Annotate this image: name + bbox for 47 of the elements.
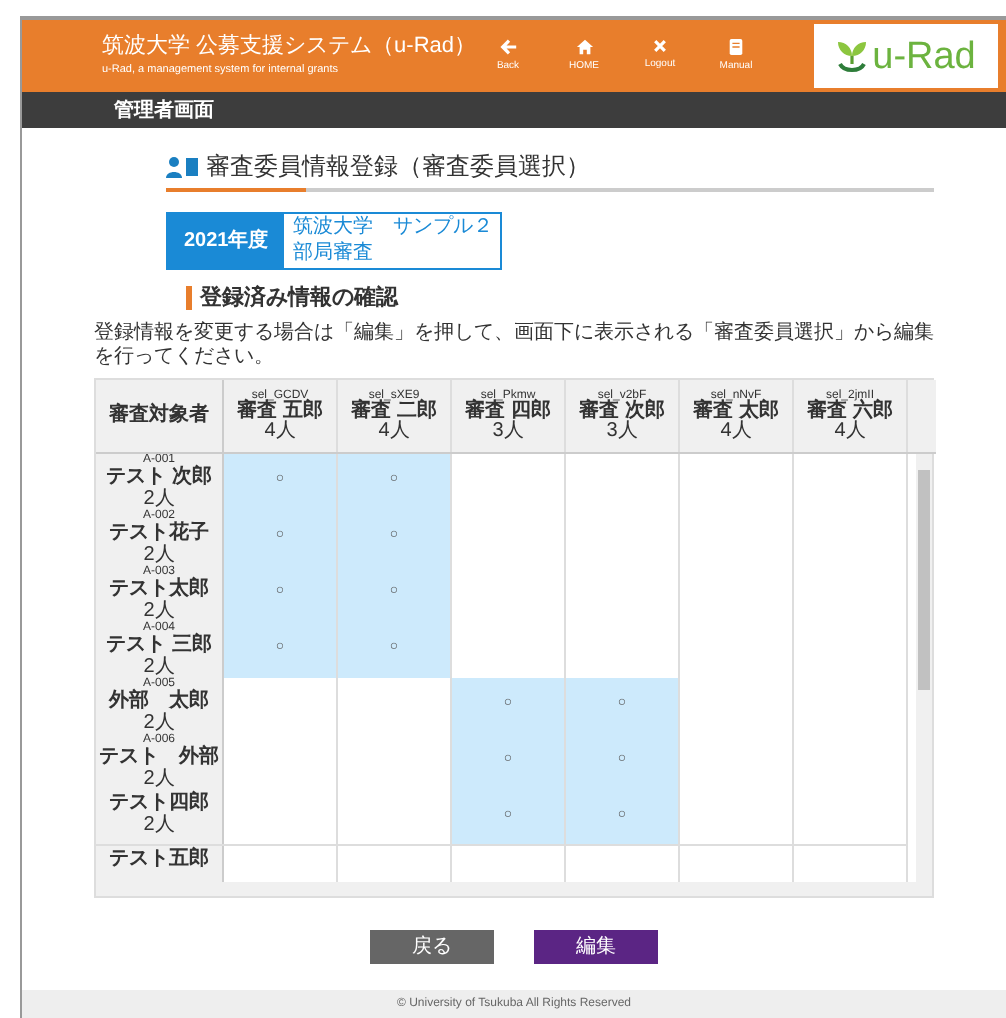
reviewer-name: 審査 次郎	[579, 401, 665, 421]
applicant-name: テスト花子	[109, 523, 209, 543]
reviewer-count: 3人	[492, 421, 524, 441]
heading-marker	[186, 286, 192, 311]
applicant-count: 2人	[143, 815, 175, 835]
applicant-count: 2人	[143, 545, 175, 565]
reviewer-count: 4人	[720, 421, 752, 441]
applicant-count: 2人	[143, 713, 175, 733]
reviewer-name: 審査 六郎	[807, 401, 893, 421]
applicant-name: テスト太郎	[109, 579, 209, 599]
logo-text: u-Rad	[872, 37, 976, 75]
applicant-count: 2人	[143, 657, 175, 677]
page-title: 審査委員情報登録（審査委員選択）	[206, 150, 590, 184]
reviewer-count: 4人	[378, 421, 410, 441]
reviewer-name: 審査 四郎	[465, 401, 551, 421]
admin-menu-link[interactable]: 管理者画面	[114, 95, 214, 125]
reviewer-name: 審査 太郎	[693, 401, 779, 421]
section-heading: 登録済み情報の確認	[200, 283, 398, 314]
applicant-count: 2人	[143, 601, 175, 621]
user-card-icon	[166, 155, 198, 177]
sprout-icon	[836, 38, 869, 74]
reviewer-name: 審査 五郎	[237, 401, 323, 421]
book-icon	[728, 37, 744, 56]
vertical-scrollbar[interactable]	[916, 453, 932, 881]
home-icon	[575, 37, 593, 56]
applicant-count: 2人	[143, 769, 175, 789]
column-header: 審査対象者	[96, 379, 224, 451]
close-icon	[652, 37, 668, 54]
app-title: 筑波大学 公募支援システム（u-Rad）	[102, 34, 462, 62]
badge-text: 筑波大学 サンプル２	[292, 216, 493, 241]
reviewer-count: 3人	[606, 421, 638, 441]
badge-text: 部局審査	[292, 241, 375, 266]
applicant-name: 外部 太郎	[109, 691, 209, 711]
reviewer-count: 4人	[264, 421, 296, 441]
applicant-name: テスト 三郎	[106, 635, 212, 655]
applicant-count: 2人	[143, 489, 175, 509]
edit-button[interactable]: 編集	[534, 929, 658, 963]
reviewer-name: 審査 二郎	[351, 401, 437, 421]
applicant-name: テスト 外部	[99, 747, 219, 767]
applicant-name: テスト五郎	[109, 849, 209, 869]
reviewer-count: 4人	[834, 421, 866, 441]
back-arrow-icon	[499, 37, 517, 56]
year-badge: 2021年度	[168, 214, 285, 268]
back-button[interactable]: 戻る	[370, 929, 494, 963]
applicant-name: テスト 次郎	[106, 467, 212, 487]
instruction-text: 登録情報を変更する場合は「編集」を押して、画面下に表示される「審査委員選択」から編集を行ってください。	[94, 321, 934, 371]
applicant-name: テスト四郎	[109, 793, 209, 813]
